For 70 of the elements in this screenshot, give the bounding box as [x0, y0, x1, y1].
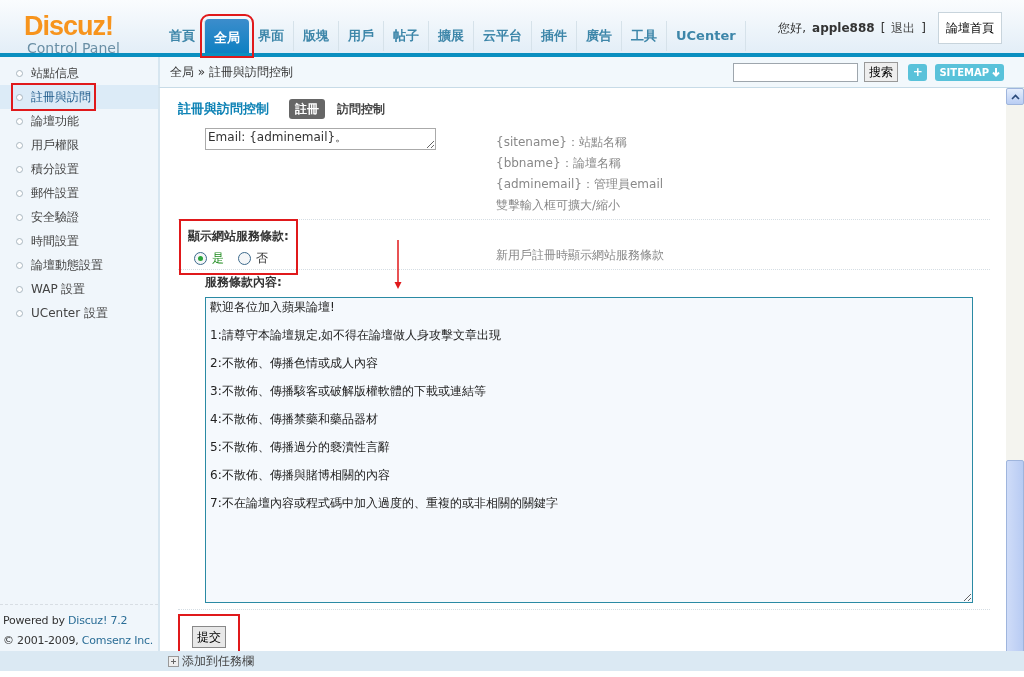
hint-text: 雙擊輸入框可擴大/縮小	[496, 197, 622, 214]
plus-box-icon	[168, 655, 179, 667]
bullet-icon	[16, 189, 23, 197]
bullet-icon	[16, 309, 23, 317]
search-field[interactable]	[733, 62, 859, 82]
sidebar-item[interactable]: 安全驗證	[0, 205, 158, 229]
sidebar-item[interactable]: WAP 設置	[0, 277, 158, 301]
sidebar-item[interactable]: 註冊與訪問	[0, 85, 158, 109]
breadcrumb: 全局 » 註冊與訪問控制	[170, 65, 293, 79]
sidebar-item[interactable]: 論壇功能	[0, 109, 158, 133]
scrollbar[interactable]	[1006, 88, 1024, 653]
setting-label: 服務條款內容:	[205, 274, 283, 291]
nav-tab[interactable]: 插件	[532, 21, 577, 51]
scroll-up-button[interactable]	[1006, 88, 1024, 105]
nav-tab[interactable]: 用戶	[339, 21, 384, 51]
sidebar-item[interactable]: 論壇動態設置	[0, 253, 158, 277]
terms-text-area[interactable]: 歡迎各位加入蘋果論壇! 1:請尊守本論壇規定,如不得在論壇做人身攻擊文章出現 2:不散佈、傳播色情或成人內容 3:不散佈、傳播駭客或破解版權軟體的下載或連結等 4:不散佈、傳播禁藥和藥品器材 5:不散佈、傳播過分的褻瀆性言辭 6:不散佈、傳播與賭博相關的內容 7:不在論壇內容或程式碼中加入過度的、重複的或非相關的關鍵字	[205, 297, 973, 603]
arrow	[394, 240, 402, 290]
sub-tab[interactable]: 註冊	[289, 99, 325, 119]
radio-option[interactable]: 是	[194, 249, 224, 267]
hint-text: {adminemail}：管理員email	[496, 176, 664, 193]
discuz-link[interactable]: Discuz! 7.2	[68, 614, 128, 627]
setting-label: 顯示網站服務條款:	[188, 228, 289, 245]
nav-tab[interactable]: 擴展	[429, 21, 474, 51]
page-title: 註冊與訪問控制	[178, 100, 269, 119]
search-button[interactable]: 搜索	[864, 62, 899, 82]
sidebar-item[interactable]: UCenter 設置	[0, 301, 158, 325]
text-area[interactable]: Email: {adminemail}。	[205, 128, 436, 150]
radio-option[interactable]: 否	[238, 249, 268, 267]
logo-subtitle: Control Panel	[26, 40, 121, 56]
sidebar-item[interactable]: 郵件設置	[0, 181, 158, 205]
scroll-thumb[interactable]	[1006, 460, 1024, 653]
hint-text: {bbname}：論壇名稱	[496, 155, 622, 172]
copyright-text: © 2001-2009, Comsenz Inc.	[3, 633, 155, 649]
username: apple888	[812, 20, 875, 37]
bracket-text: ]	[921, 20, 926, 37]
greeting-text: 您好,	[778, 20, 807, 37]
bullet-icon	[16, 237, 23, 245]
hint-text: 新用戶註冊時顯示網站服務條款	[496, 247, 664, 264]
nav-tab[interactable]: 版塊	[294, 21, 339, 51]
comsenz-link[interactable]: Comsenz Inc.	[81, 634, 154, 647]
powered-by-text: Powered by Discuz! 7.2	[3, 613, 129, 629]
sidebar-item[interactable]: 站點信息	[0, 61, 158, 85]
bullet-icon	[16, 213, 23, 221]
sidebar-item[interactable]: 用戶權限	[0, 133, 158, 157]
hint-text: {sitename}：站點名稱	[496, 134, 628, 151]
arrow-down-icon	[992, 67, 1000, 77]
bullet-icon	[16, 141, 23, 149]
bullet-icon	[16, 93, 23, 101]
logout-link[interactable]: 退出	[891, 19, 916, 37]
nav-tab[interactable]: 界面	[249, 21, 294, 51]
nav-tab[interactable]: UCenter	[667, 21, 746, 51]
bullet-icon	[16, 117, 23, 125]
bullet-icon	[16, 69, 23, 77]
sidebar-item[interactable]: 時間設置	[0, 229, 158, 253]
caret-up-icon	[1010, 93, 1020, 100]
sidebar-item[interactable]: 積分設置	[0, 157, 158, 181]
bullet-icon	[16, 285, 23, 293]
sub-tab[interactable]: 訪問控制	[331, 99, 391, 119]
bullet-icon	[16, 165, 23, 173]
nav-tab[interactable]: 云平台	[474, 21, 532, 51]
add-to-taskbar-link[interactable]: 添加到任務欄	[182, 652, 254, 670]
bullet-icon	[16, 261, 23, 269]
logo-text: Discuz!	[24, 12, 115, 40]
nav-tab[interactable]: 廣告	[577, 21, 622, 51]
nav-tab[interactable]: 帖子	[384, 21, 429, 51]
bracket-text: [	[880, 20, 886, 37]
forum-home-button[interactable]: 論壇首頁	[938, 12, 1002, 44]
submit-button[interactable]: 提交	[192, 626, 226, 648]
nav-tab[interactable]: 工具	[622, 21, 667, 51]
